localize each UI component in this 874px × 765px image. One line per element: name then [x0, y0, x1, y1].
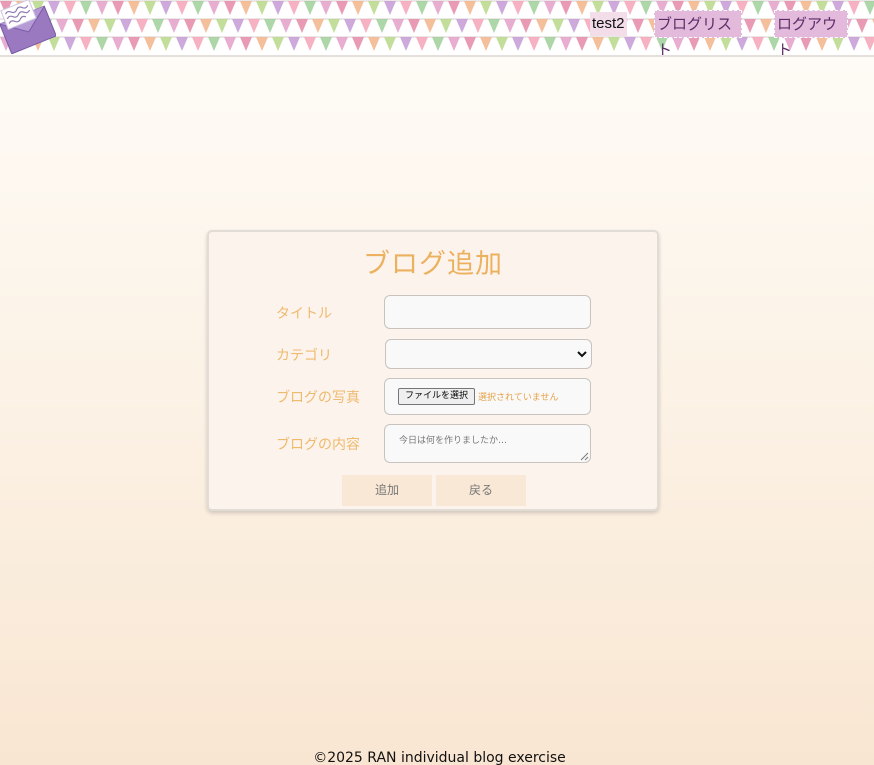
photo-label: ブログの写真 [276, 390, 360, 406]
content-textarea[interactable]: 今日は何を作りましたか… [384, 424, 591, 463]
header-bar: test2 ブログリスト ログアウト [0, 0, 874, 57]
category-label: カテゴリ [276, 348, 332, 364]
content-placeholder: 今日は何を作りましたか… [399, 436, 508, 446]
content-label: ブログの内容 [276, 437, 360, 453]
choose-file-button[interactable]: ファイルを選択 [398, 388, 475, 405]
footer-copyright: ©2025 RAN individual blog exercise [313, 750, 566, 765]
title-label: タイトル [276, 306, 332, 322]
category-select[interactable] [385, 339, 592, 369]
photo-file-field: ファイルを選択 選択されていません [384, 378, 591, 415]
add-blog-form-card: ブログ追加 タイトル カテゴリ ブログの写真 ファイルを選択 選択されていません… [207, 230, 659, 511]
add-button[interactable]: 追加 [342, 475, 432, 506]
current-user-name: test2 [590, 12, 627, 36]
back-button[interactable]: 戻る [436, 475, 526, 506]
nav-link-logout[interactable]: ログアウト [774, 10, 848, 55]
file-status-text: 選択されていません [478, 393, 559, 403]
nav-link-blog-list[interactable]: ブログリスト [654, 10, 742, 55]
title-input[interactable] [384, 295, 591, 329]
bunting-banner-decoration [0, 0, 874, 51]
chevron-down-icon [577, 351, 587, 358]
letter-envelope-icon[interactable] [0, 0, 56, 54]
page-title: ブログ追加 [363, 249, 503, 280]
resize-grip-icon[interactable] [580, 452, 589, 461]
